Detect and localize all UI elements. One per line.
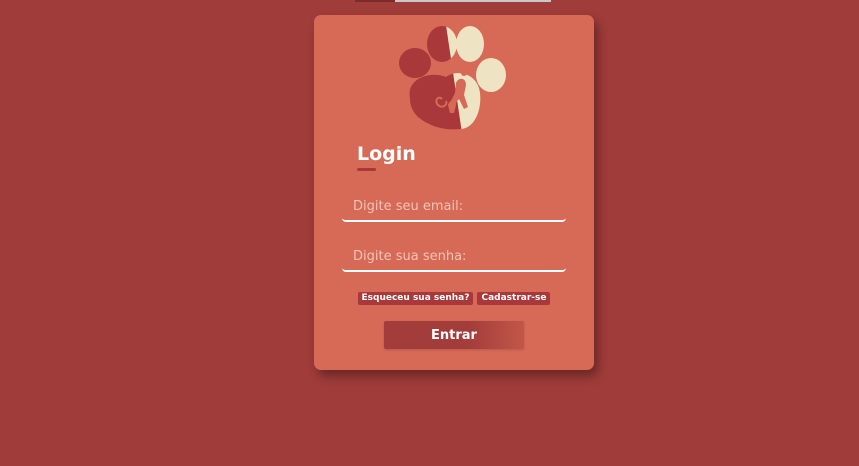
top-strip-segment [355, 0, 395, 2]
register-link[interactable]: Cadastrar-se [477, 292, 551, 305]
password-field[interactable] [342, 242, 566, 272]
auth-links: Esqueceu sua senha? Cadastrar-se [314, 292, 594, 305]
title-underline [357, 168, 376, 171]
login-button[interactable]: Entrar [384, 321, 524, 349]
top-strip [355, 0, 551, 2]
forgot-password-link[interactable]: Esqueceu sua senha? [357, 292, 474, 305]
login-title: Login [357, 143, 416, 165]
email-field[interactable] [342, 192, 566, 222]
login-card: Login Esqueceu sua senha? Cadastrar-se E… [314, 15, 594, 370]
paw-icon [399, 26, 506, 130]
